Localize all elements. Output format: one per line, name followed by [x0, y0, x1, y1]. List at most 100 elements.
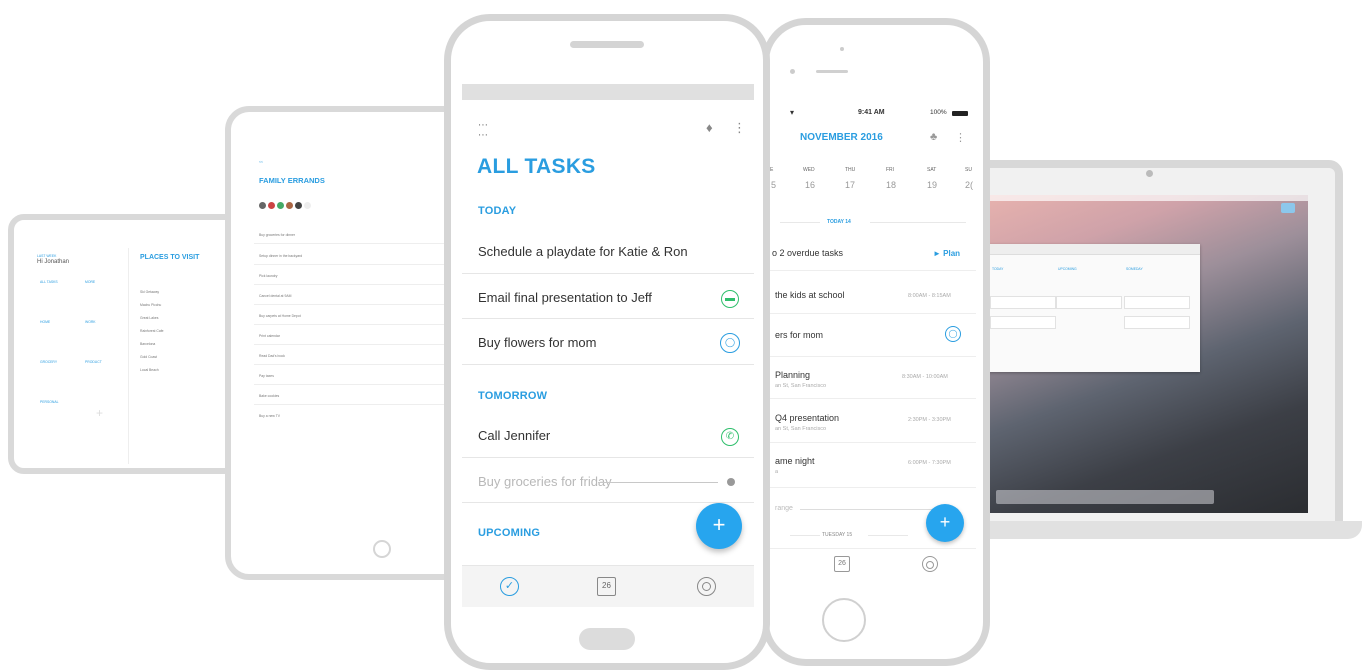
row-divider [254, 364, 454, 365]
desktop-card[interactable] [1124, 316, 1190, 329]
apps-grid-icon[interactable]: ⋯ ⋯ [478, 121, 490, 141]
completed-task[interactable]: Buy groceries for friday [478, 474, 612, 489]
week-date[interactable]: 18 [886, 180, 896, 190]
list-item[interactable]: Setup dinner in the backyard [259, 254, 302, 258]
task-time: 8:30AM - 10:00AM [902, 374, 948, 380]
task-title[interactable]: ame night [775, 456, 815, 466]
today-line [870, 222, 966, 223]
task-title[interactable]: Planning [775, 370, 810, 380]
list-item[interactable]: Buy groceries for dinner [259, 233, 295, 237]
sidebar-tile[interactable]: WORK [85, 320, 96, 324]
wifi-icon: ▾ [790, 108, 795, 117]
status-time: 9:41 AM [858, 109, 885, 116]
week-date[interactable]: 17 [845, 180, 855, 190]
desktop-folder-icon[interactable] [1281, 203, 1295, 213]
desktop-app-window[interactable]: TODAY UPCOMING SOMEDAY [988, 244, 1200, 372]
list-item[interactable]: Read Dad's book [259, 354, 285, 358]
completed-task[interactable]: range [775, 505, 793, 512]
target-tab-icon[interactable] [922, 556, 938, 572]
task-title[interactable]: Schedule a playdate for Katie & Ron [478, 244, 688, 259]
desktop-card[interactable] [1056, 296, 1122, 309]
list-item[interactable]: Print calendar [259, 334, 280, 338]
target-icon[interactable]: ◯ [720, 333, 740, 353]
list-item[interactable]: Local Beach [140, 368, 159, 372]
list-item[interactable]: Ski Getaway [140, 290, 159, 294]
desktop-dock[interactable] [996, 490, 1214, 504]
target-tab-icon[interactable] [697, 577, 716, 596]
month-title[interactable]: NOVEMBER 2016 [800, 132, 883, 143]
phone-icon[interactable]: ✆ [721, 428, 739, 446]
tuesday-label: TUESDAY 15 [822, 532, 853, 538]
list-item[interactable]: Machu Picchu [140, 303, 161, 307]
bell-icon[interactable]: ♦ [706, 120, 713, 135]
section-header: UPCOMING [478, 527, 541, 539]
home-button[interactable] [373, 540, 391, 558]
task-title[interactable]: the kids at school [775, 290, 845, 300]
list-title: FAMILY ERRANDS [259, 176, 325, 185]
plan-button[interactable]: ► Plan [933, 249, 960, 258]
back-link[interactable]: << [259, 160, 263, 164]
row-divider [254, 344, 454, 345]
week-date[interactable]: 16 [805, 180, 815, 190]
list-item[interactable]: Cancel dental at 9AM [259, 294, 291, 298]
sidebar-tile[interactable]: ALL TASKS [40, 280, 58, 284]
task-title[interactable]: Buy flowers for mom [478, 335, 596, 350]
week-day[interactable]: SAT [927, 167, 936, 173]
list-item[interactable]: Great Lakes [140, 316, 158, 320]
list-item[interactable]: Bake cookies [259, 394, 279, 398]
list-item[interactable]: Gold Coast [140, 355, 157, 359]
day-line [868, 535, 908, 536]
calendar-tab-icon[interactable]: 26 [597, 577, 616, 596]
task-time: 2:30PM - 3:30PM [908, 417, 951, 423]
week-day[interactable]: E [770, 167, 773, 173]
briefcase-icon[interactable]: ▬ [721, 290, 739, 308]
list-item[interactable]: Rainforest Cafe [140, 329, 164, 333]
tasks-tab-icon[interactable]: ✓ [500, 577, 519, 596]
sidebar-tile[interactable]: MORE [85, 280, 95, 284]
week-day[interactable]: SU [965, 167, 972, 173]
week-day[interactable]: FRI [886, 167, 894, 173]
add-list-icon[interactable]: + [96, 406, 103, 420]
list-item[interactable]: Pay taxes [259, 374, 274, 378]
list-item[interactable]: Buy a new TV [259, 414, 280, 418]
week-date[interactable]: 5 [771, 180, 776, 190]
list-item[interactable]: Buy carpets at Home Depot [259, 314, 301, 318]
dot-icon[interactable] [727, 478, 735, 486]
task-title[interactable]: Q4 presentation [775, 413, 839, 423]
target-icon[interactable]: ◯ [945, 326, 961, 342]
task-title[interactable]: Call Jennifer [478, 428, 550, 443]
row-divider [768, 487, 976, 488]
android-speaker [570, 41, 644, 48]
week-date[interactable]: 2( [965, 180, 973, 190]
desktop-card[interactable] [990, 296, 1056, 309]
iphone-camera [840, 47, 844, 51]
more-icon[interactable]: ⋮ [955, 131, 966, 144]
more-icon[interactable]: ⋮ [733, 120, 746, 136]
week-day[interactable]: WED [803, 167, 815, 173]
row-divider [254, 243, 454, 244]
list-item[interactable]: Pick laundry [259, 274, 277, 278]
home-button[interactable] [822, 598, 866, 642]
task-title[interactable]: Email final presentation to Jeff [478, 290, 652, 305]
calendar-tab-icon[interactable]: 26 [834, 556, 850, 572]
list-item[interactable]: Barcelona [140, 342, 155, 346]
row-divider [462, 457, 754, 458]
bell-icon[interactable]: ♣ [930, 131, 937, 143]
fab-add-button[interactable]: + [696, 503, 742, 549]
week-date[interactable]: 19 [927, 180, 937, 190]
desktop-card[interactable] [1124, 296, 1190, 309]
task-title[interactable]: ers for mom [775, 330, 823, 340]
sidebar-tile[interactable]: PRODUCT [85, 360, 102, 364]
section-header: TOMORROW [478, 390, 548, 402]
row-divider [462, 318, 754, 319]
week-day[interactable]: THU [845, 167, 855, 173]
sidebar-tile[interactable]: PERSONAL [40, 400, 58, 404]
desktop-menubar [988, 195, 1308, 201]
sidebar-tile[interactable]: HOME [40, 320, 50, 324]
sidebar-tile[interactable]: GROCERY [40, 360, 57, 364]
overdue-text: o 2 overdue tasks [772, 248, 844, 258]
home-button[interactable] [579, 628, 635, 650]
fab-add-button[interactable]: + [926, 504, 964, 542]
column-header: TODAY [992, 267, 1004, 271]
desktop-card[interactable] [990, 316, 1056, 329]
